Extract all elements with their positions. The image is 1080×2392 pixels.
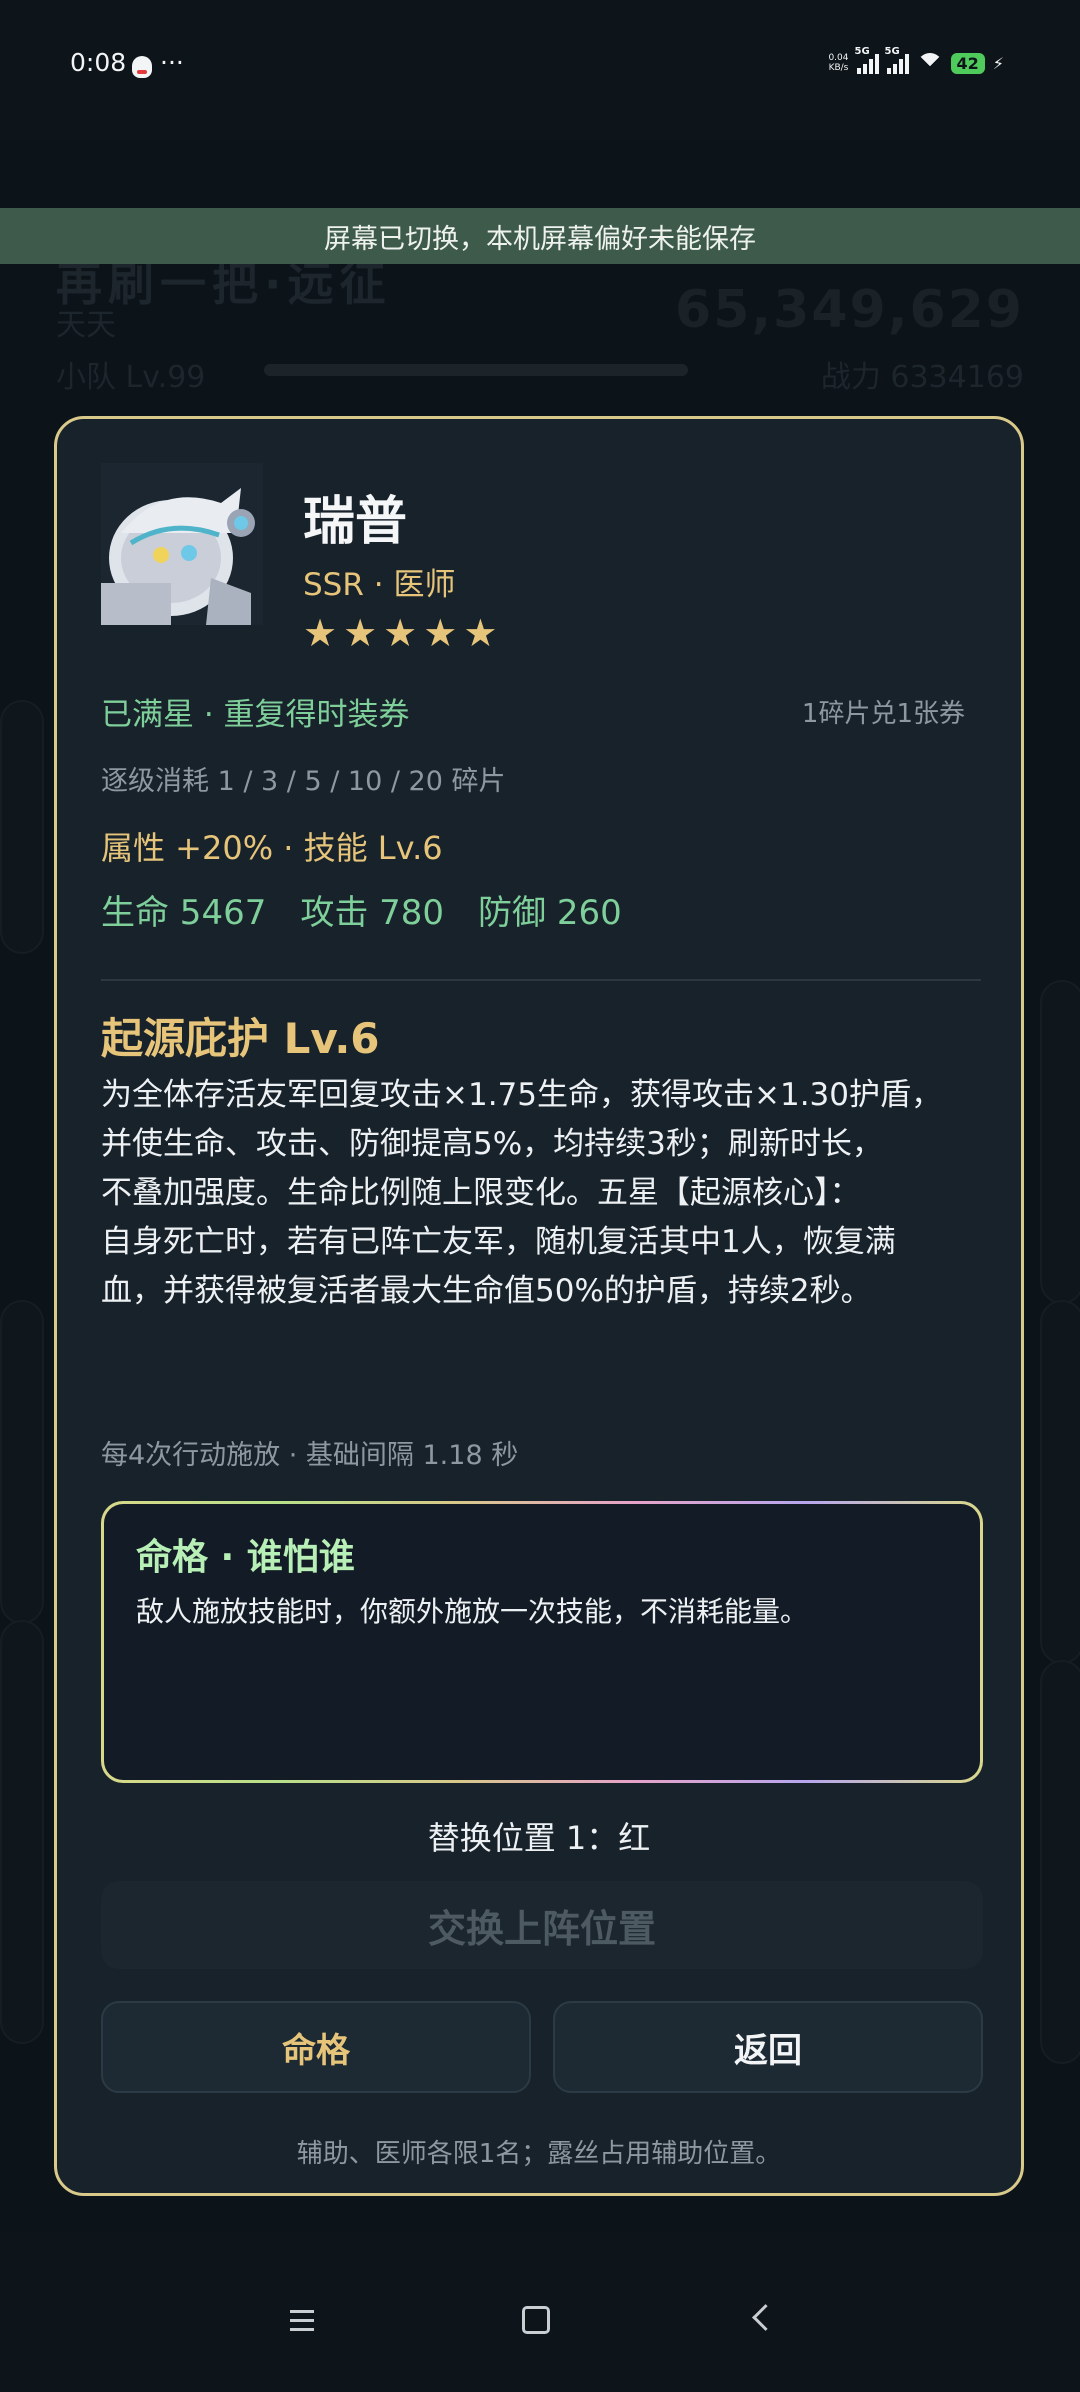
swap-lineup-button[interactable]: 交换上阵位置 bbox=[101, 1881, 983, 1969]
background-card bbox=[1040, 1660, 1080, 2064]
divider bbox=[101, 979, 981, 981]
max-star-note: 已满星 · 重复得时装券 bbox=[101, 697, 410, 733]
fate-button[interactable]: 命格 bbox=[101, 2001, 531, 2093]
hero-star-rating: ★ ★ ★ ★ ★ bbox=[303, 611, 497, 655]
navigation-bar bbox=[0, 2232, 1080, 2392]
skill-title: 起源庇护 Lv.6 bbox=[101, 1014, 380, 1063]
hero-rarity-class: SSR · 医师 bbox=[303, 567, 456, 603]
star-icon: ★ bbox=[423, 611, 458, 655]
background-card bbox=[0, 1300, 44, 1624]
toast-text: 屏幕已切换，本机屏幕偏好未能保存 bbox=[324, 223, 756, 255]
signal-icon: 5G bbox=[855, 46, 879, 74]
stat-attack: 攻击 780 bbox=[300, 893, 445, 933]
battery-icon: 42 bbox=[950, 52, 985, 74]
signal-tag: 5G bbox=[884, 46, 900, 57]
background-player-name: 天天 bbox=[56, 308, 116, 343]
attribute-bonus: 属性 +20% · 技能 Lv.6 bbox=[101, 829, 443, 867]
status-indicators: 0.04 KB/s 5G 5G 42 ⚡ bbox=[828, 46, 1004, 79]
back-button[interactable]: 返回 bbox=[553, 2001, 983, 2093]
toast-banner: 屏幕已切换，本机屏幕偏好未能保存 bbox=[0, 208, 1080, 264]
wifi-icon bbox=[916, 53, 943, 79]
star-icon: ★ bbox=[463, 611, 498, 655]
star-icon: ★ bbox=[343, 611, 378, 655]
star-icon: ★ bbox=[383, 611, 418, 655]
home-icon[interactable] bbox=[522, 2306, 550, 2334]
footer-note: 辅助、医师各限1名；露丝占用辅助位置。 bbox=[296, 2139, 782, 2169]
fate-title: 命格 · 谁怕谁 bbox=[136, 1537, 355, 1578]
background-card bbox=[0, 700, 44, 954]
swap-position-label: 替换位置 1：红 bbox=[427, 1819, 651, 1857]
status-bar: 0:08 ··· 0.04 KB/s 5G 5G 42 ⚡ bbox=[0, 0, 1080, 140]
back-icon[interactable] bbox=[752, 2304, 779, 2331]
hero-name: 瑞普 bbox=[303, 492, 408, 552]
background-card bbox=[1040, 1300, 1080, 1664]
fate-panel: 命格 · 谁怕谁 敌人施放技能时，你额外施放一次技能，不消耗能量。 bbox=[101, 1501, 983, 1783]
hero-stats: 生命 5467 攻击 780 防御 260 bbox=[101, 885, 622, 934]
more-notifications-icon: ··· bbox=[160, 48, 184, 77]
exchange-note: 1碎片兑1张券 bbox=[801, 699, 965, 729]
signal-icon: 5G bbox=[885, 46, 909, 74]
background-team-level: 小队 Lv.99 bbox=[56, 360, 206, 395]
background-power: 战力 6334169 bbox=[820, 360, 1024, 395]
upgrade-cost-note: 逐级消耗 1 / 3 / 5 / 10 / 20 碎片 bbox=[101, 766, 506, 797]
skill-cast-info: 每4次行动施放 · 基础间隔 1.18 秒 bbox=[101, 1440, 519, 1471]
menu-icon[interactable] bbox=[290, 2310, 314, 2331]
signal-tag: 5G bbox=[854, 46, 870, 57]
background-progress-bar bbox=[264, 364, 688, 376]
hero-avatar bbox=[101, 463, 263, 625]
skill-description: 为全体存活友军回复攻击×1.75生命，获得攻击×1.30护盾， 并使生命、攻击、… bbox=[101, 1077, 942, 1309]
star-icon: ★ bbox=[303, 611, 338, 655]
background-card bbox=[0, 1620, 44, 2044]
background-card bbox=[1040, 980, 1080, 1304]
stat-defense: 防御 260 bbox=[478, 893, 622, 933]
stat-hp: 生命 5467 bbox=[101, 893, 267, 933]
fate-description: 敌人施放技能时，你额外施放一次技能，不消耗能量。 bbox=[136, 1595, 809, 1628]
charging-icon: ⚡ bbox=[992, 53, 1004, 73]
qq-notification-icon bbox=[132, 56, 152, 78]
hero-detail-dialog: 瑞普 SSR · 医师 ★ ★ ★ ★ ★ 已满星 · 重复得时装券 1碎片兑1… bbox=[54, 416, 1024, 2196]
status-time: 0:08 bbox=[70, 48, 127, 77]
background-score: 65,349,629 bbox=[675, 280, 1024, 340]
network-speed: 0.04 KB/s bbox=[828, 53, 849, 73]
